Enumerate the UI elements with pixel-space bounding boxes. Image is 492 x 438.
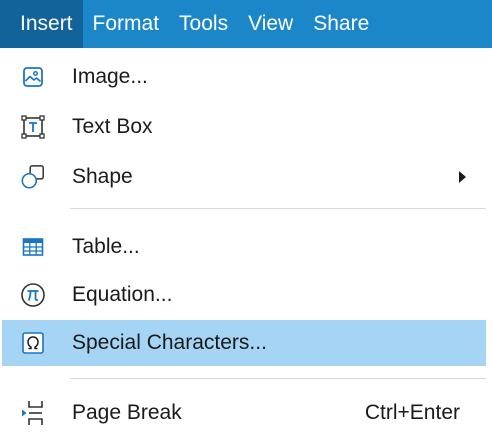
menu-item-text-box[interactable]: Text Box xyxy=(2,106,486,148)
keyboard-shortcut: Ctrl+Enter xyxy=(364,401,460,424)
insert-dropdown-menu: Image... Text Box Shape Table... Equatio… xyxy=(0,48,492,438)
menu-item-label: Special Characters... xyxy=(72,331,267,354)
menu-separator xyxy=(70,208,486,209)
menu-item-label: Equation... xyxy=(72,283,173,306)
menu-format[interactable]: Format xyxy=(83,0,170,48)
menu-share[interactable]: Share xyxy=(303,0,379,48)
menu-item-page-break[interactable]: Page Break Ctrl+Enter xyxy=(2,392,486,434)
table-icon xyxy=(20,234,46,260)
menu-item-special-characters[interactable]: Special Characters... xyxy=(2,320,486,366)
menu-view[interactable]: View xyxy=(238,0,303,48)
menu-item-image[interactable]: Image... xyxy=(2,56,486,98)
menu-bar: Insert Format Tools View Share xyxy=(0,0,492,48)
image-icon xyxy=(20,64,46,90)
menu-item-shape[interactable]: Shape xyxy=(2,156,486,198)
menu-item-equation[interactable]: Equation... xyxy=(2,274,486,316)
omega-icon xyxy=(20,330,46,356)
menu-item-table[interactable]: Table... xyxy=(2,226,486,268)
menu-item-label: Image... xyxy=(72,65,148,88)
text-box-icon xyxy=(20,114,46,140)
page-break-icon xyxy=(20,400,46,426)
menu-tools[interactable]: Tools xyxy=(169,0,238,48)
menu-item-label: Table... xyxy=(72,235,140,258)
menu-item-label: Text Box xyxy=(72,115,153,138)
chevron-right-icon xyxy=(459,171,466,183)
menu-insert[interactable]: Insert xyxy=(0,0,83,48)
shape-icon xyxy=(20,164,46,190)
menu-item-label: Shape xyxy=(72,165,133,188)
pi-icon xyxy=(20,282,46,308)
menu-item-label: Page Break xyxy=(72,401,182,424)
menu-separator xyxy=(70,378,486,379)
